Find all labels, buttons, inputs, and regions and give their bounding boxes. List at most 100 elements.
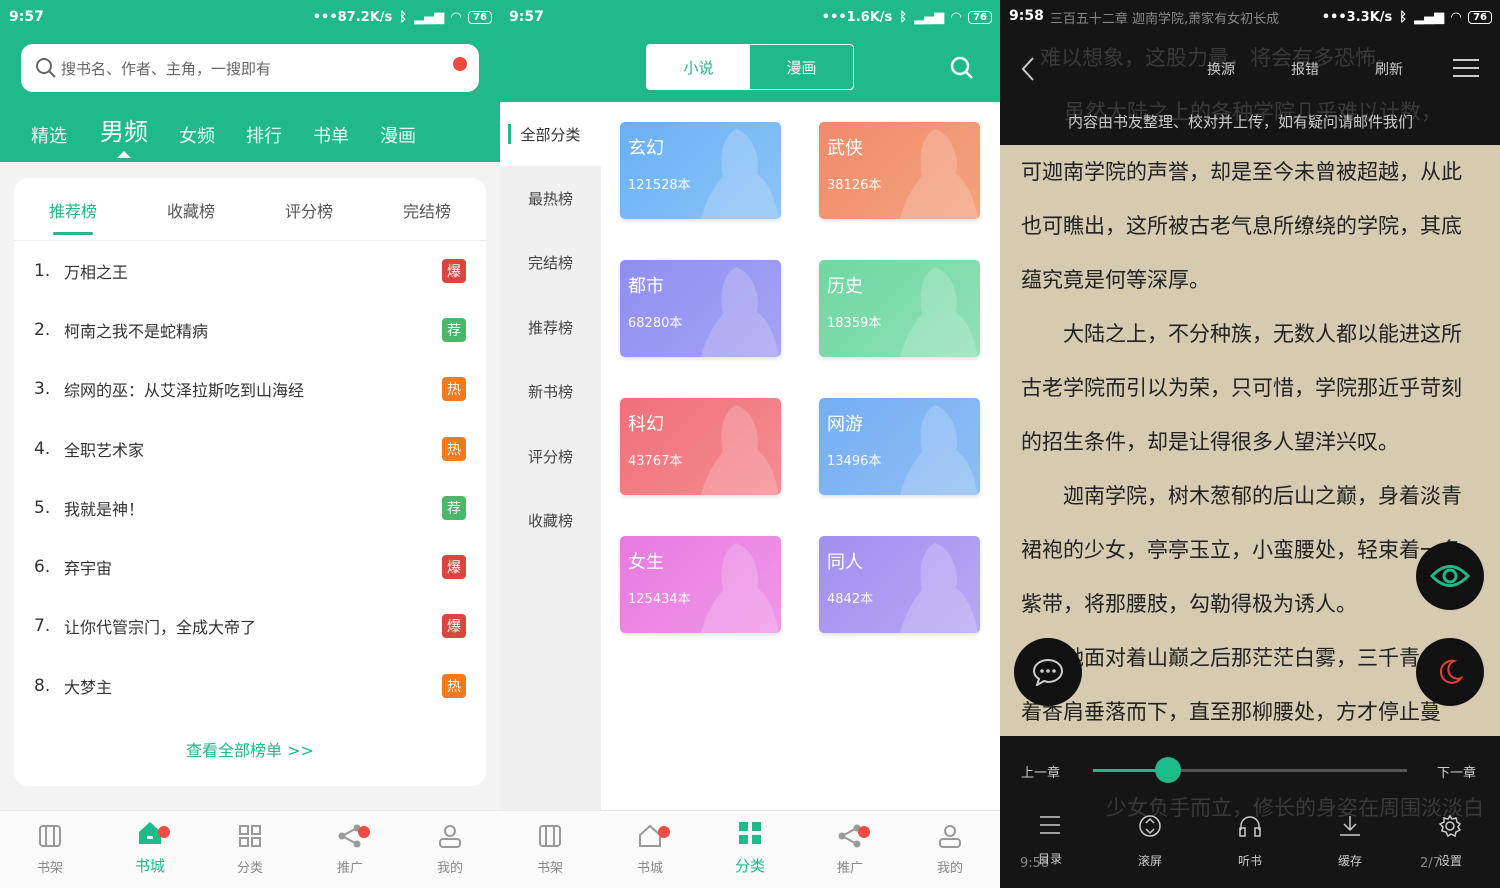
sidebar-item-new[interactable]: 新书榜 <box>500 360 601 424</box>
download-icon <box>1340 816 1360 836</box>
tab-store[interactable]: 书城 <box>600 811 700 888</box>
ranking-card: 推荐榜 收藏榜 评分榜 完结榜 1. 万相之王爆 2. 柯南之我不是蛇精病荐 3. 综网的… <box>14 178 486 786</box>
ranking-row[interactable]: 8. 大梦主 热 <box>14 656 486 715</box>
category-card[interactable]: 玄幻 121528本 <box>620 122 781 219</box>
night-mode-button[interactable] <box>1416 638 1484 706</box>
tab-label: 滚屏 <box>1137 854 1162 868</box>
change-source-button[interactable]: 换源 <box>1207 59 1235 79</box>
gear-icon <box>1438 814 1462 838</box>
sidebar-item-completed[interactable]: 完结榜 <box>500 231 601 295</box>
tab-comics[interactable]: 漫画 <box>380 122 416 148</box>
tab-recommended[interactable]: 推荐榜 <box>14 178 132 240</box>
signal-icon: ▂▄▆ <box>1414 9 1445 25</box>
report-error-button[interactable]: 报错 <box>1291 59 1319 79</box>
tab-category[interactable]: 分类 <box>700 811 800 888</box>
tab-favorites[interactable]: 收藏榜 <box>132 178 250 240</box>
prev-chapter-button[interactable]: 上一章 <box>1021 762 1060 781</box>
list-icon <box>1040 816 1060 834</box>
tab-comic[interactable]: 漫画 <box>750 45 853 89</box>
badge-dot <box>358 826 370 838</box>
grid-icon <box>239 825 261 847</box>
scroll-button[interactable]: 滚屏 <box>1100 814 1200 869</box>
ranking-row[interactable]: 7. 让你代管宗门，全成大帝了 爆 <box>14 597 486 656</box>
sidebar-item-recommended[interactable]: 推荐榜 <box>500 295 601 359</box>
tab-label: 推广 <box>336 861 363 876</box>
category-card[interactable]: 网游 13496本 <box>819 398 980 495</box>
sidebar-item-rating[interactable]: 评分榜 <box>500 424 601 488</box>
ranking-tabs: 推荐榜 收藏榜 评分榜 完结榜 <box>14 178 486 241</box>
chapter-progress-slider[interactable] <box>1093 757 1407 783</box>
upload-notice: 内容由书友整理、校对并上传，如有疑问请邮件我们 <box>1068 113 1414 131</box>
bluetooth-icon: ᛒ <box>1399 9 1408 25</box>
ranking-row[interactable]: 2. 柯南之我不是蛇精病 荐 <box>14 300 486 359</box>
tab-bookshelf[interactable]: 书架 <box>500 811 600 888</box>
battery-icon: 76 <box>968 10 992 24</box>
tab-mine[interactable]: 我的 <box>900 811 1000 888</box>
category-card[interactable]: 武侠 38126本 <box>819 122 980 219</box>
tab-booklist[interactable]: 书单 <box>313 122 349 148</box>
search-input[interactable]: 搜书名、作者、主角，一搜即有 <box>21 44 479 92</box>
category-illustration <box>900 267 978 357</box>
status-bar: 9:57 •••1.6K/s ᛒ ▂▄▆ ◠ 76 <box>500 0 1000 34</box>
wifi-icon: ◠ <box>951 9 962 25</box>
rank-number: 8. <box>34 675 51 696</box>
sidebar-item-all[interactable]: 全部分类 <box>500 102 601 167</box>
header: 9:57 •••1.6K/s ᛒ ▂▄▆ ◠ 76 小说 漫画 <box>500 0 1000 102</box>
book-title: 万相之王 <box>64 262 129 282</box>
tab-label: 推广 <box>836 861 863 876</box>
cache-button[interactable]: 缓存 <box>1300 814 1400 869</box>
rank-badge: 爆 <box>442 614 466 639</box>
tab-male[interactable]: 男频 <box>100 112 148 158</box>
ranking-row[interactable]: 6. 弃宇宙 爆 <box>14 537 486 596</box>
refresh-button[interactable]: 刷新 <box>1375 59 1403 79</box>
category-card[interactable]: 同人 4842本 <box>819 536 980 633</box>
paragraph: 迦南学院，树木葱郁的后山之巅，身着淡青裙袍的少女，亭亭玉立，小蛮腰处，轻束着一条… <box>1021 484 1462 616</box>
ranking-row[interactable]: 4. 全职艺术家 热 <box>14 419 486 478</box>
tab-female[interactable]: 女频 <box>179 122 215 148</box>
view-all-link[interactable]: 查看全部榜单 >> <box>14 737 486 761</box>
tab-completed[interactable]: 完结榜 <box>368 178 486 240</box>
status-bar: 9:58 三百五十二章 迦南学院,萧家有女初长成 •••3.3K/s ᛒ ▂▄▆ ◠ 76 <box>1000 0 1500 34</box>
tab-promote[interactable]: 推广 <box>300 811 400 888</box>
tab-rating[interactable]: 评分榜 <box>250 178 368 240</box>
settings-button[interactable]: 设置 <box>1400 814 1500 869</box>
search-icon <box>36 58 56 78</box>
signal-icon: ▂▄▆ <box>914 9 945 25</box>
search-icon[interactable] <box>950 56 974 80</box>
bookshelf-icon <box>539 825 561 847</box>
tab-mine[interactable]: 我的 <box>400 811 500 888</box>
menu-icon[interactable] <box>1453 58 1479 78</box>
category-card[interactable]: 科幻 43767本 <box>620 398 781 495</box>
book-title: 柯南之我不是蛇精病 <box>64 321 209 341</box>
next-chapter-button[interactable]: 下一章 <box>1437 762 1476 781</box>
user-icon <box>939 825 961 848</box>
book-title: 大梦主 <box>64 677 113 697</box>
comment-button[interactable] <box>1014 638 1082 706</box>
toc-button[interactable]: 目录 <box>1000 814 1100 869</box>
sidebar-item-favorites[interactable]: 收藏榜 <box>500 488 601 552</box>
category-card[interactable]: 历史 18359本 <box>819 260 980 357</box>
listen-button[interactable]: 听书 <box>1200 814 1300 869</box>
notification-dot <box>453 57 467 71</box>
category-card[interactable]: 都市 68280本 <box>620 260 781 357</box>
tab-label: 书架 <box>536 861 563 876</box>
tab-bookshelf[interactable]: 书架 <box>0 811 100 888</box>
status-time: 9:57 <box>509 9 544 25</box>
tab-ranking[interactable]: 排行 <box>246 122 282 148</box>
tab-category[interactable]: 分类 <box>200 811 300 888</box>
tab-label: 书城 <box>636 861 663 876</box>
tab-featured[interactable]: 精选 <box>31 122 67 148</box>
ranking-row[interactable]: 5. 我就是神！ 荐 <box>14 478 486 537</box>
status-time: 9:58 <box>1009 7 1044 24</box>
category-card[interactable]: 女生 125434本 <box>620 536 781 633</box>
back-icon[interactable] <box>1020 56 1036 82</box>
ranking-row[interactable]: 1. 万相之王 爆 <box>14 241 486 300</box>
sidebar-item-hot[interactable]: 最热榜 <box>500 166 601 230</box>
tab-store[interactable]: 书城 <box>100 811 200 888</box>
tab-promote[interactable]: 推广 <box>800 811 900 888</box>
rank-number: 3. <box>34 379 51 400</box>
eye-protect-button[interactable] <box>1416 542 1484 610</box>
chapter-title: 三百五十二章 迦南学院,萧家有女初长成 <box>1049 11 1280 27</box>
tab-novel[interactable]: 小说 <box>647 45 750 89</box>
ranking-row[interactable]: 3. 综网的巫：从艾泽拉斯吃到山海经 热 <box>14 360 486 419</box>
